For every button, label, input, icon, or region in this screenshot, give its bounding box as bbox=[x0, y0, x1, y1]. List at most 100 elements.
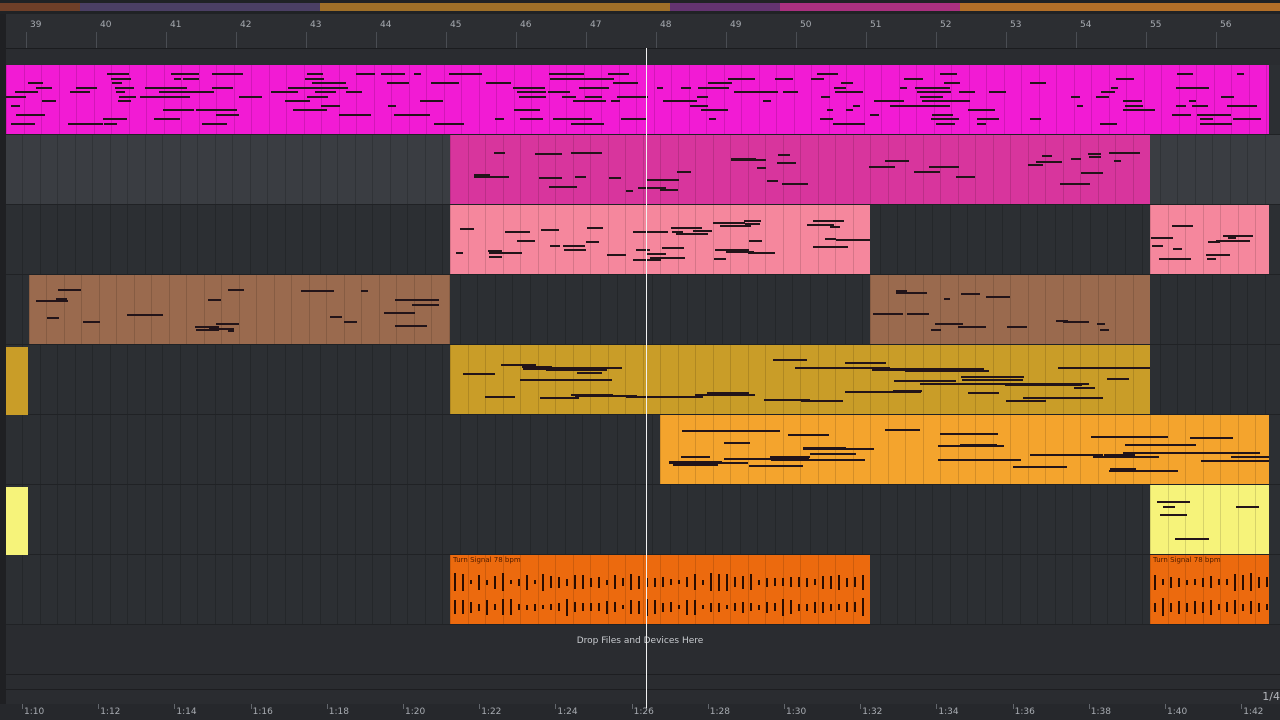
drop-zone-text[interactable]: Drop Files and Devices Here bbox=[0, 636, 1280, 646]
midi-clip[interactable] bbox=[660, 415, 1269, 484]
empty-lane[interactable] bbox=[6, 660, 1280, 675]
midi-clip[interactable] bbox=[730, 135, 1150, 204]
midi-note bbox=[449, 73, 482, 75]
midi-note bbox=[380, 73, 405, 75]
midi-note bbox=[573, 118, 583, 120]
midi-note bbox=[127, 313, 164, 316]
grid-line bbox=[599, 485, 601, 554]
midi-clip[interactable] bbox=[28, 275, 450, 344]
waveform-peak bbox=[542, 605, 544, 609]
midi-note bbox=[894, 379, 956, 382]
waveform-peak bbox=[1234, 600, 1236, 614]
grid-line bbox=[127, 135, 128, 204]
waveform-peak bbox=[678, 605, 680, 609]
clip-beat-line bbox=[81, 275, 83, 344]
midi-note bbox=[662, 100, 697, 102]
midi-note bbox=[626, 190, 633, 193]
grid-line bbox=[1124, 205, 1126, 274]
track-lane[interactable] bbox=[6, 205, 1280, 275]
grid-line bbox=[319, 135, 321, 204]
audio-clip[interactable]: Turn Signal 78 bpm bbox=[450, 555, 870, 624]
midi-note bbox=[919, 382, 996, 385]
midi-note bbox=[1088, 153, 1101, 156]
grid-line bbox=[599, 415, 601, 484]
midi-clip[interactable] bbox=[870, 275, 1150, 344]
midi-note bbox=[976, 118, 1000, 120]
track-lane[interactable]: Turn Signal 78 bpm Turn Signal 78 bpm bbox=[6, 555, 1280, 625]
grid-line bbox=[1247, 135, 1248, 204]
midi-clip[interactable] bbox=[6, 65, 1269, 134]
track-lane[interactable] bbox=[6, 135, 1280, 205]
grid-line bbox=[1212, 275, 1213, 344]
waveform-peak bbox=[1258, 602, 1260, 612]
clip-beat-line bbox=[431, 275, 433, 344]
waveform-peak bbox=[654, 600, 656, 614]
grid-line bbox=[879, 555, 881, 624]
clip-beat-line bbox=[747, 415, 749, 484]
track-lane[interactable] bbox=[6, 65, 1280, 135]
midi-note bbox=[228, 289, 245, 292]
midi-note bbox=[680, 455, 711, 458]
midi-clip[interactable] bbox=[1150, 485, 1269, 554]
clip-beat-line bbox=[730, 135, 731, 204]
midi-note bbox=[550, 245, 561, 248]
empty-lane[interactable] bbox=[6, 690, 1280, 705]
track-lane[interactable] bbox=[6, 275, 1280, 345]
waveform-peak bbox=[758, 579, 760, 585]
midi-clip[interactable] bbox=[450, 135, 730, 204]
clip-beat-line bbox=[1237, 415, 1239, 484]
bar-tick bbox=[166, 32, 167, 48]
midi-note bbox=[395, 299, 424, 302]
midi-note bbox=[763, 100, 771, 102]
bar-tick bbox=[516, 32, 517, 48]
grid-line bbox=[267, 555, 268, 624]
empty-lanes[interactable] bbox=[6, 660, 1280, 705]
arrangement-view: 39 40 41 42 43 44 45 46 47 48 49 50 51 52 53 54 55 56 Tur… bbox=[0, 0, 1280, 720]
empty-lane[interactable] bbox=[6, 675, 1280, 690]
grid-line bbox=[757, 485, 758, 554]
midi-note bbox=[824, 237, 836, 240]
midi-clip[interactable] bbox=[1150, 205, 1269, 274]
grid-line bbox=[302, 345, 303, 414]
midi-note bbox=[41, 100, 57, 102]
grid-line bbox=[389, 555, 391, 624]
grid-line bbox=[127, 485, 128, 554]
midi-note bbox=[813, 220, 845, 223]
time-tick bbox=[479, 704, 481, 709]
clip-beat-line bbox=[765, 345, 766, 414]
midi-note bbox=[915, 86, 950, 89]
grid-zoom-label[interactable]: 1/4 bbox=[1262, 690, 1280, 703]
track-lane[interactable] bbox=[6, 415, 1280, 485]
song-overview-strip[interactable] bbox=[0, 0, 1280, 14]
audio-clip[interactable]: Turn Signal 78 bpm bbox=[1150, 555, 1269, 624]
grid-line bbox=[459, 415, 461, 484]
grid-line bbox=[424, 415, 426, 484]
midi-note bbox=[980, 109, 995, 111]
waveform-peak bbox=[526, 574, 528, 590]
track-lane[interactable] bbox=[6, 485, 1280, 556]
playhead[interactable] bbox=[646, 48, 647, 708]
bar-tick bbox=[306, 32, 307, 48]
grid-line bbox=[232, 555, 233, 624]
beat-time-ruler[interactable]: 39 40 41 42 43 44 45 46 47 48 49 50 51 52 53 54 55 56 bbox=[0, 14, 1280, 49]
midi-note bbox=[311, 82, 347, 84]
clip-beat-line bbox=[168, 275, 170, 344]
time-ruler[interactable]: 1:10 1:12 1:14 1:16 1:18 1:20 1:22 1:24 1:26 1:28… bbox=[0, 704, 1280, 720]
midi-clip[interactable] bbox=[450, 345, 1150, 414]
clip-stub[interactable] bbox=[6, 487, 28, 556]
midi-note bbox=[1205, 253, 1230, 256]
clip-beat-line bbox=[747, 135, 749, 204]
midi-note bbox=[549, 185, 577, 188]
midi-clip[interactable] bbox=[450, 205, 870, 274]
track-lane[interactable] bbox=[6, 345, 1280, 416]
clip-beat-line bbox=[537, 205, 539, 274]
grid-line bbox=[389, 205, 391, 274]
grid-line bbox=[547, 415, 548, 484]
grid-line bbox=[512, 415, 513, 484]
clip-beat-line bbox=[1178, 65, 1180, 134]
clip-stub[interactable] bbox=[6, 347, 28, 416]
clip-beat-line bbox=[502, 345, 504, 414]
clip-beat-line bbox=[1248, 65, 1250, 134]
midi-note bbox=[110, 77, 132, 80]
grid-line bbox=[1054, 485, 1056, 554]
